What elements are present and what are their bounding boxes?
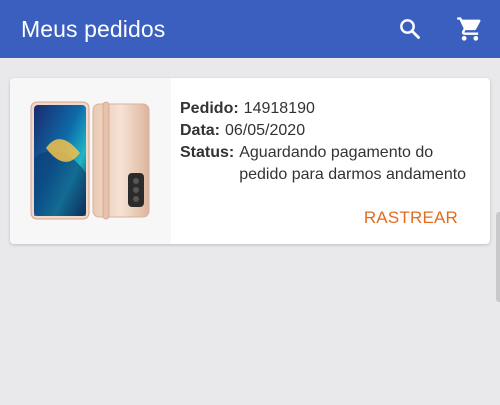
app-bar: Meus pedidos [0,0,500,58]
order-info: Pedido: 14918190 Data: 06/05/2020 Status… [180,98,480,186]
order-status-row: Status: Aguardando pagamento do pedido p… [180,142,480,186]
edge-panel-handle[interactable] [496,212,500,302]
cart-icon [457,17,481,41]
order-status-label: Status: [180,144,235,161]
page-title: Meus pedidos [21,16,166,42]
order-status-value: Aguardando pagamento do pedido para darm… [239,144,467,183]
order-number-label: Pedido: [180,100,239,117]
order-number-row: Pedido: 14918190 [180,98,480,120]
phone-icon [30,101,150,220]
search-button[interactable] [390,10,430,48]
order-date-label: Data: [180,122,221,139]
order-date-row: Data: 06/05/2020 [180,120,480,142]
product-image [10,78,171,244]
order-date-value: 06/05/2020 [225,122,306,139]
search-icon [400,19,420,39]
order-card[interactable]: Pedido: 14918190 Data: 06/05/2020 Status… [10,78,490,244]
track-order-button[interactable]: RASTREAR [364,208,458,228]
order-number-value: 14918190 [243,100,315,117]
cart-button[interactable] [450,10,490,48]
